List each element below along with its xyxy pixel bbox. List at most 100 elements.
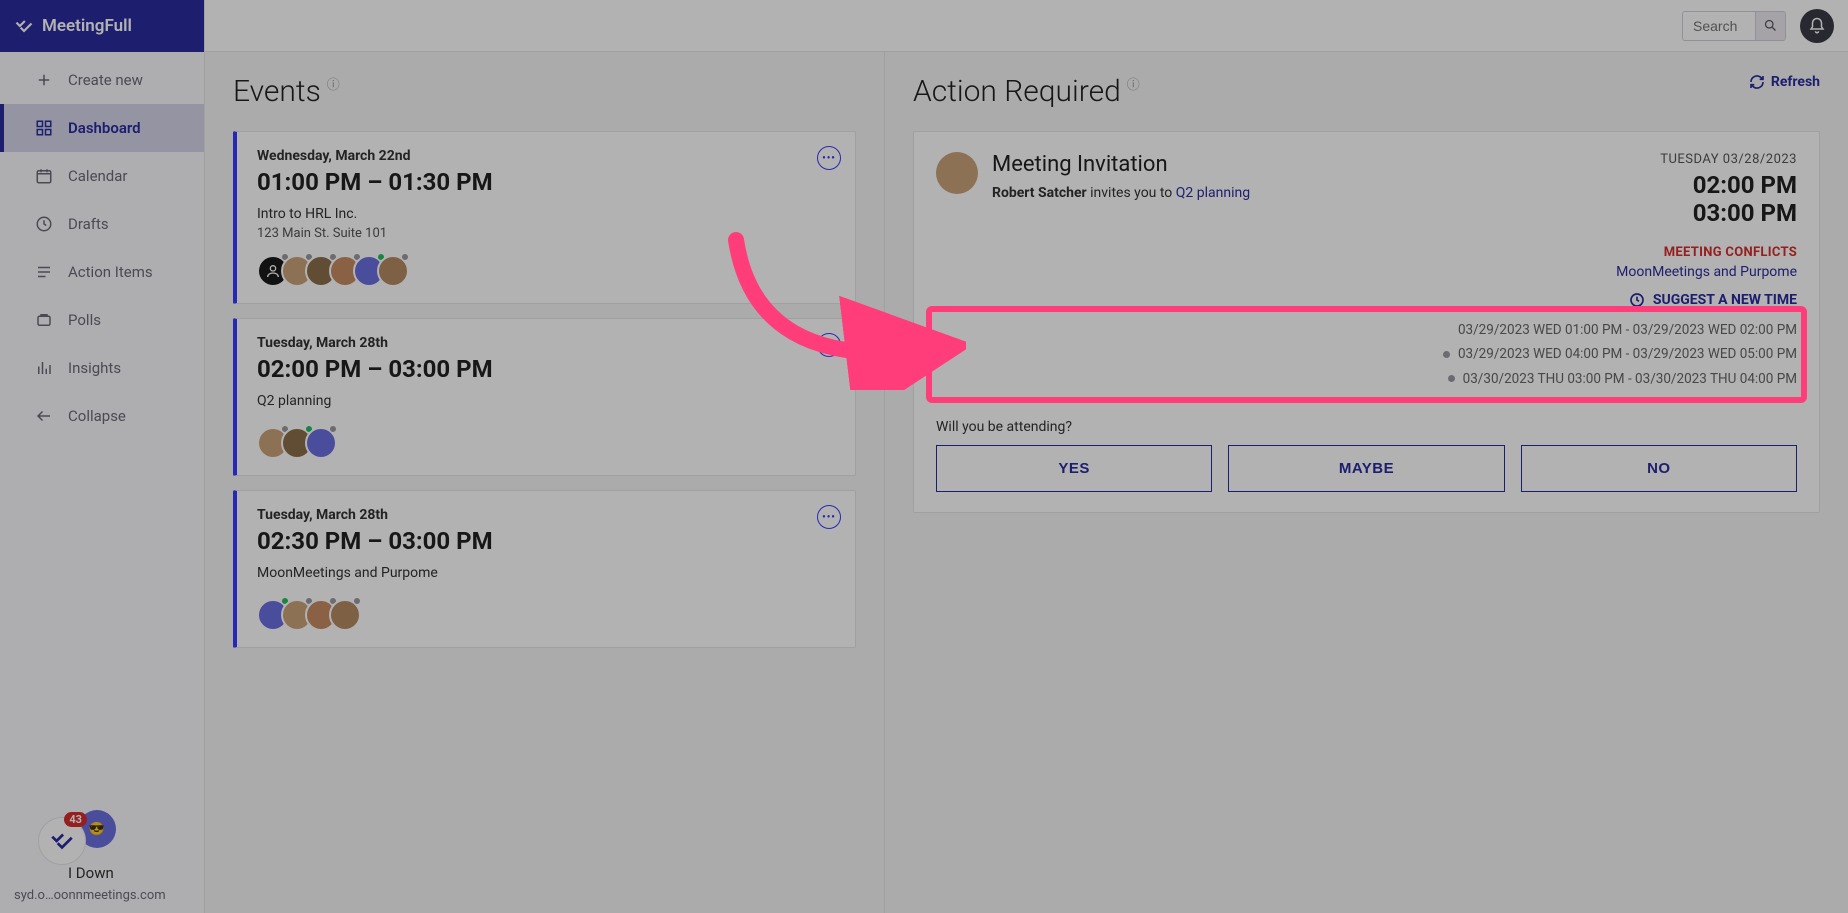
nav-insights[interactable]: Insights: [0, 344, 204, 392]
brand-logo-icon: [14, 16, 34, 36]
event-title: Q2 planning: [257, 393, 835, 409]
nav-polls[interactable]: Polls: [0, 296, 204, 344]
avatar-icon[interactable]: [377, 255, 409, 287]
nav-drafts[interactable]: Drafts: [0, 200, 204, 248]
nav-dashboard[interactable]: Dashboard: [0, 104, 204, 152]
event-date: Tuesday, March 28th: [257, 507, 835, 523]
list-icon: [34, 262, 54, 282]
event-title: Intro to HRL Inc.: [257, 206, 835, 222]
nav-label: Dashboard: [68, 119, 141, 137]
notifications-button[interactable]: [1800, 9, 1834, 43]
refresh-icon: [1749, 74, 1765, 90]
avatar-icon[interactable]: [305, 427, 337, 459]
nav-create-new[interactable]: Create new: [0, 56, 204, 104]
nav: Create new Dashboard Calendar Drafts: [0, 52, 204, 440]
event-card[interactable]: ••• Wednesday, March 22nd 01:00 PM – 01:…: [233, 131, 856, 304]
brand-name: MeetingFull: [42, 16, 132, 36]
event-time: 02:30 PM – 03:00 PM: [257, 527, 835, 555]
rsvp-maybe-button[interactable]: MAYBE: [1228, 445, 1504, 492]
event-more-button[interactable]: •••: [817, 505, 841, 529]
event-avatars: [257, 255, 835, 287]
suggested-time-row[interactable]: 03/30/2023 THU 03:00 PM - 03/30/2023 THU…: [936, 367, 1797, 391]
event-more-button[interactable]: •••: [817, 333, 841, 357]
nav-label: Polls: [68, 311, 101, 329]
event-card[interactable]: ••• Tuesday, March 28th 02:00 PM – 03:00…: [233, 318, 856, 476]
info-icon[interactable]: ⓘ: [327, 74, 340, 93]
event-time: 02:00 PM – 03:00 PM: [257, 355, 835, 383]
refresh-label: Refresh: [1771, 74, 1820, 90]
clock-icon: [34, 214, 54, 234]
poll-icon: [34, 310, 54, 330]
action-time-start: 02:00 PM: [1660, 171, 1797, 199]
notification-count: 43: [64, 812, 87, 827]
app-root: MeetingFull Create new Dashboard Calenda…: [0, 0, 1848, 913]
event-more-button[interactable]: •••: [817, 146, 841, 170]
search-button[interactable]: [1755, 12, 1785, 40]
nav-calendar[interactable]: Calendar: [0, 152, 204, 200]
refresh-button[interactable]: Refresh: [1749, 74, 1820, 90]
sidebar-user: 😎 43 I Down syd.o…oonnmeetings.com: [0, 810, 204, 903]
arrow-left-icon: [34, 406, 54, 426]
inviter-avatar[interactable]: [936, 152, 978, 194]
nav-action-items[interactable]: Action Items: [0, 248, 204, 296]
rsvp-row: YES MAYBE NO: [936, 445, 1797, 492]
action-card: Meeting Invitation Robert Satcher invite…: [913, 131, 1820, 513]
info-icon[interactable]: ⓘ: [1127, 74, 1140, 93]
action-title-text: Action Required: [913, 74, 1121, 109]
rsvp-yes-button[interactable]: YES: [936, 445, 1212, 492]
clock-icon: [1629, 292, 1645, 308]
search-icon: [1763, 18, 1778, 33]
calendar-icon: [34, 166, 54, 186]
bell-icon: [1808, 17, 1826, 35]
bullet-icon: [1443, 351, 1450, 358]
content-columns: Events ⓘ ••• Wednesday, March 22nd 01:00…: [205, 52, 1848, 913]
suggested-times: 03/29/2023 WED 01:00 PM - 03/29/2023 WED…: [936, 314, 1797, 395]
suggested-time-row[interactable]: 03/29/2023 WED 01:00 PM - 03/29/2023 WED…: [936, 318, 1797, 342]
conflicts-label: MEETING CONFLICTS: [936, 245, 1797, 260]
event-time: 01:00 PM – 01:30 PM: [257, 168, 835, 196]
nav-label: Drafts: [68, 215, 109, 233]
nav-label: Collapse: [68, 407, 126, 425]
suggest-label: SUGGEST A NEW TIME: [1653, 292, 1797, 308]
rsvp-no-button[interactable]: NO: [1521, 445, 1797, 492]
nav-label: Action Items: [68, 263, 153, 281]
event-card[interactable]: ••• Tuesday, March 28th 02:30 PM – 03:00…: [233, 490, 856, 648]
bullet-icon: [1448, 375, 1455, 382]
meeting-link[interactable]: Q2 planning: [1176, 185, 1250, 201]
search-input[interactable]: [1683, 12, 1755, 40]
suggested-time-row[interactable]: 03/29/2023 WED 04:00 PM - 03/29/2023 WED…: [936, 342, 1797, 366]
event-date: Wednesday, March 22nd: [257, 148, 835, 164]
event-title: MoonMeetings and Purpome: [257, 565, 835, 581]
avatar-icon[interactable]: [329, 599, 361, 631]
brand[interactable]: MeetingFull: [0, 0, 204, 52]
action-left: Meeting Invitation Robert Satcher invite…: [936, 152, 1250, 227]
conflicts: MEETING CONFLICTS MoonMeetings and Purpo…: [936, 245, 1797, 280]
plus-icon: [34, 70, 54, 90]
event-avatars: [257, 427, 835, 459]
notification-bubble[interactable]: 43: [38, 817, 86, 865]
dashboard-icon: [34, 118, 54, 138]
suggested-time-text: 03/29/2023 WED 01:00 PM - 03/29/2023 WED…: [1458, 318, 1797, 342]
topbar: [205, 0, 1848, 52]
search-box: [1682, 11, 1786, 41]
invites-text: invites you to: [1087, 185, 1176, 201]
action-date: TUESDAY 03/28/2023: [1660, 152, 1797, 167]
action-sub: Robert Satcher invites you to Q2 plannin…: [992, 185, 1250, 201]
action-title: Action Required ⓘ: [913, 74, 1140, 109]
action-time-end: 03:00 PM: [1660, 199, 1797, 227]
nav-collapse[interactable]: Collapse: [0, 392, 204, 440]
attend-question: Will you be attending?: [936, 419, 1797, 435]
sidebar: MeetingFull Create new Dashboard Calenda…: [0, 0, 205, 913]
event-avatars: [257, 599, 835, 631]
chart-icon: [34, 358, 54, 378]
events-title-text: Events: [233, 74, 321, 109]
event-location: 123 Main St. Suite 101: [257, 226, 835, 241]
main: Events ⓘ ••• Wednesday, March 22nd 01:00…: [205, 0, 1848, 913]
nav-label: Calendar: [68, 167, 128, 185]
action-top: Meeting Invitation Robert Satcher invite…: [936, 152, 1797, 227]
nav-create-label: Create new: [68, 71, 143, 89]
conflicts-link[interactable]: MoonMeetings and Purpome: [936, 264, 1797, 280]
action-column: Action Required ⓘ Refresh Meeting Invita…: [885, 52, 1848, 913]
events-column: Events ⓘ ••• Wednesday, March 22nd 01:00…: [205, 52, 885, 913]
suggest-new-time[interactable]: SUGGEST A NEW TIME: [936, 292, 1797, 308]
